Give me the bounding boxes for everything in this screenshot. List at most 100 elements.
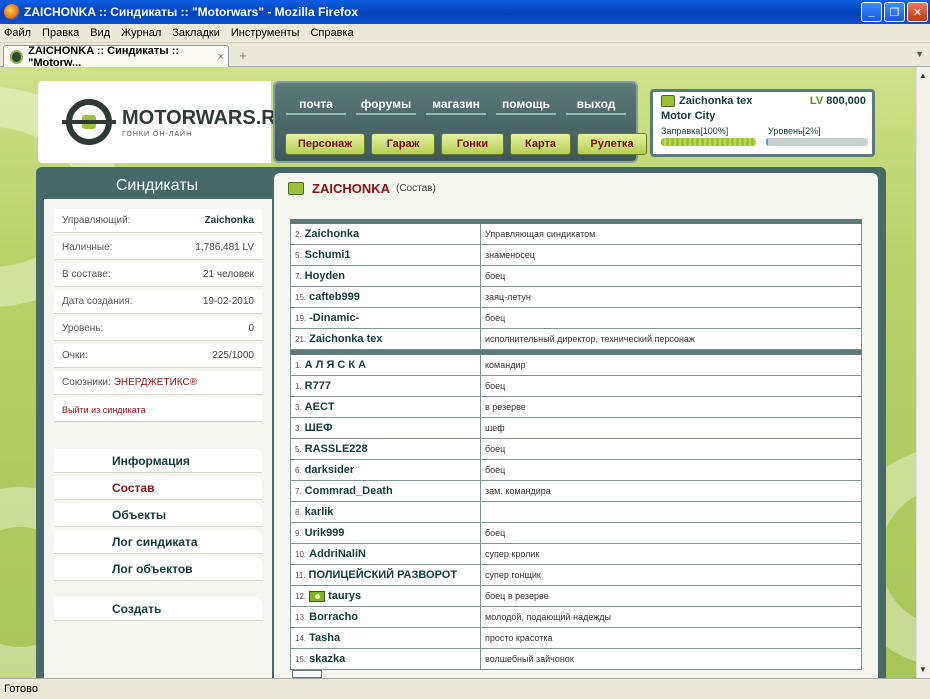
member-flag-icon: [309, 590, 326, 602]
syndicate-name: ZAICHONKA: [312, 180, 390, 196]
member-name-link[interactable]: -Dinamic-: [309, 312, 359, 324]
menu-help[interactable]: Справка: [310, 27, 353, 39]
scroll-up-icon[interactable]: ▲: [919, 71, 927, 80]
member-role-cell: в резерве: [485, 402, 526, 412]
member-name-link[interactable]: Hoyden: [305, 270, 345, 282]
menu-file[interactable]: Файл: [4, 27, 31, 39]
races-button[interactable]: Гонки: [441, 133, 504, 155]
member-name-link[interactable]: darksider: [305, 464, 355, 476]
main-panel: Синдикаты Управляющий: Zaichonka Наличны…: [36, 167, 886, 678]
member-rank: 7.: [295, 486, 302, 496]
tab-list-icon[interactable]: ▼: [915, 49, 924, 59]
nav-forums[interactable]: форумы: [356, 97, 416, 115]
member-rank: 15.: [295, 654, 307, 664]
table-row: 1. А Л Я С К А командир: [290, 355, 862, 376]
member-name-link[interactable]: Tasha: [309, 632, 340, 644]
table-row: 19. -Dinamic-боец: [290, 308, 862, 329]
member-name-link[interactable]: ПОЛИЦЕЙСКИЙ РАЗВОРОТ: [309, 569, 458, 581]
new-tab-icon[interactable]: +: [234, 48, 252, 64]
member-role-cell: волшебный зайчонок: [485, 654, 574, 664]
member-name-cell: 6. darksider: [291, 460, 481, 480]
member-name-link[interactable]: Zaichonka tex: [309, 333, 382, 345]
member-name-link[interactable]: Borracho: [309, 611, 358, 623]
nav-help[interactable]: помощь: [496, 97, 556, 115]
garage-button[interactable]: Гараж: [371, 133, 435, 155]
table-row: 14. Tasha просто красотка: [290, 628, 862, 649]
table-row: 6. darksider боец: [290, 460, 862, 481]
menu-roster[interactable]: Состав: [54, 476, 262, 500]
roster-table: 2. Zaichonka Управляющая синдикатом 5. Schum…: [290, 219, 862, 670]
firefox-icon: [4, 4, 20, 20]
menu-view[interactable]: Вид: [90, 27, 110, 39]
member-name-link[interactable]: R777: [305, 380, 331, 392]
member-name-link[interactable]: RASSLE228: [305, 443, 368, 455]
menu-tools[interactable]: Инструменты: [231, 27, 300, 39]
member-rank: 12.: [295, 591, 307, 601]
close-button[interactable]: ✕: [907, 2, 928, 22]
syndicates-heading: Синдикаты: [115, 177, 199, 194]
user-name[interactable]: Zaichonka tex: [679, 95, 752, 107]
member-role-cell: шеф: [485, 423, 505, 433]
table-row: 2. Zaichonka Управляющая синдикатом: [290, 224, 862, 245]
member-name-link[interactable]: Schumi1: [305, 249, 351, 261]
minimize-button[interactable]: _: [861, 2, 882, 22]
member-name-cell: 3. ШЕФ: [291, 418, 481, 438]
menu-objects-log[interactable]: Лог объектов: [54, 557, 262, 581]
nav-shop[interactable]: магазин: [426, 97, 486, 115]
member-name-link[interactable]: Urik999: [305, 527, 345, 539]
character-button[interactable]: Персонаж: [285, 133, 365, 155]
motorwars-logo-icon: [62, 99, 116, 145]
nav-logout[interactable]: выход: [566, 97, 626, 115]
info-points: Очки: 225/1000: [54, 344, 262, 368]
member-role-cell: командир: [485, 360, 526, 370]
member-name-link[interactable]: cafteb999: [309, 291, 360, 303]
create-button[interactable]: Создать: [54, 597, 262, 621]
logo-text: MOTORWARS.RU: [122, 107, 291, 129]
member-name-link[interactable]: Commrad_Death: [305, 485, 393, 497]
member-rank: 5.: [295, 444, 302, 454]
tab-label: ZAICHONKA :: Синдикаты :: "Motorw...: [28, 44, 180, 69]
user-balance: LV 800,000: [809, 95, 866, 107]
table-row: 8. karlik: [290, 502, 862, 523]
member-role-cell: боец: [485, 465, 506, 475]
member-role-cell: боец: [485, 271, 506, 281]
logo[interactable]: MOTORWARS.RU ГОНКИ ОН-ЛАЙН: [38, 81, 290, 163]
menu-information[interactable]: Информация: [54, 449, 262, 473]
member-name-link[interactable]: skazka: [309, 653, 345, 665]
menu-history[interactable]: Журнал: [121, 27, 161, 39]
vertical-scrollbar[interactable]: ▲ ▼: [916, 67, 930, 678]
member-role-cell: боец: [485, 381, 506, 391]
member-rank: 8.: [295, 507, 302, 517]
menu-edit[interactable]: Правка: [42, 27, 79, 39]
member-role-cell: заяц-летун: [485, 292, 531, 302]
menu-bookmarks[interactable]: Закладки: [172, 27, 220, 39]
tab-close-icon[interactable]: ×: [218, 51, 224, 63]
roulette-button[interactable]: Рулетка: [577, 133, 647, 155]
member-name-link[interactable]: Zaichonka: [305, 228, 359, 240]
menu-objects[interactable]: Объекты: [54, 503, 262, 527]
member-rank: 10.: [295, 549, 307, 559]
browser-tab[interactable]: ZAICHONKA :: Синдикаты :: "Motorw... ×: [3, 44, 229, 69]
member-name-link[interactable]: AECT: [305, 401, 335, 413]
menu-syndicate-log[interactable]: Лог синдиката: [54, 530, 262, 554]
scroll-down-icon[interactable]: ▼: [919, 665, 927, 674]
member-name-link[interactable]: karlik: [305, 506, 334, 518]
map-button[interactable]: Карта: [510, 133, 571, 155]
member-name-link[interactable]: ШЕФ: [305, 422, 333, 434]
member-role-cell: [481, 502, 861, 522]
info-manager: Управляющий: Zaichonka: [54, 209, 262, 233]
member-name-cell: 19. -Dinamic-: [291, 308, 481, 328]
site-header: MOTORWARS.RU ГОНКИ ОН-ЛАЙН почта форумы …: [38, 81, 880, 163]
member-name-link[interactable]: А Л Я С К А: [305, 359, 366, 371]
member-name-cell: 15. skazka: [291, 649, 481, 669]
maximize-button[interactable]: ❐: [884, 2, 905, 22]
member-name-cell: 1. R777: [291, 376, 481, 396]
nav-mail[interactable]: почта: [286, 97, 346, 115]
member-name-link[interactable]: AddriNaliN: [309, 548, 366, 560]
scroll-marker: [292, 670, 322, 678]
member-name-link[interactable]: taurys: [328, 590, 361, 602]
leave-syndicate-link[interactable]: Выйти из синдиката: [54, 398, 262, 422]
ally-link[interactable]: ЭНЕРДЖЕТИКС®: [114, 377, 197, 388]
site-favicon-icon: [10, 49, 24, 64]
member-rank: 11.: [295, 570, 306, 580]
